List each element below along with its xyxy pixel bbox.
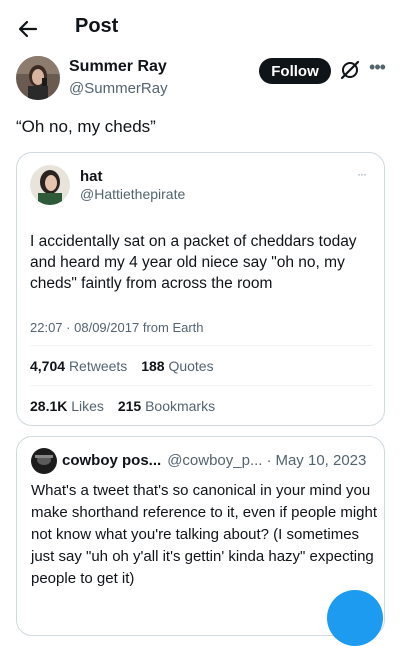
- likes-count[interactable]: 28.1K: [30, 398, 67, 414]
- quotes-label[interactable]: Quotes: [168, 358, 213, 374]
- stats-row-likes: 28.1K Likes 215 Bookmarks: [30, 398, 225, 414]
- back-button[interactable]: [12, 13, 44, 45]
- separator-dot: ·: [266, 452, 272, 469]
- quoted-avatar[interactable]: [30, 165, 70, 205]
- second-tweet-header: cowboy pos... @cowboy_p... · May 10, 2023: [62, 452, 366, 469]
- quoted-tweet-card[interactable]: hat @Hattiethepirate ··· I accidentally …: [16, 152, 385, 426]
- quoted-author-name[interactable]: hat: [80, 168, 103, 185]
- bookmarks-count[interactable]: 215: [118, 398, 141, 414]
- bookmarks-label[interactable]: Bookmarks: [145, 398, 215, 414]
- divider: [30, 385, 372, 386]
- quoted-author-handle[interactable]: @Hattiethepirate: [80, 186, 185, 202]
- post-text: “Oh no, my cheds”: [16, 117, 156, 136]
- avatar[interactable]: [16, 56, 60, 100]
- grok-icon[interactable]: [339, 59, 361, 81]
- quotes-count[interactable]: 188: [141, 358, 164, 374]
- second-tweet-date[interactable]: May 10, 2023: [275, 452, 366, 469]
- author-handle[interactable]: @SummerRay: [69, 80, 168, 97]
- compose-button[interactable]: [327, 590, 383, 646]
- likes-label[interactable]: Likes: [71, 398, 104, 414]
- stats-row-reposts: 4,704 Retweets 188 Quotes: [30, 358, 224, 374]
- quoted-date: 08/09/2017: [74, 320, 140, 335]
- more-options-icon[interactable]: •••: [366, 58, 388, 80]
- author-name[interactable]: Summer Ray: [69, 58, 167, 76]
- divider: [30, 345, 372, 346]
- arrow-left-icon: [18, 20, 38, 38]
- retweets-label[interactable]: Retweets: [69, 358, 127, 374]
- quoted-time: 22:07: [30, 320, 63, 335]
- top-bar: Post: [0, 0, 405, 56]
- post-author: Summer Ray @SummerRay Follow •••: [16, 56, 389, 106]
- page-title: Post: [75, 15, 119, 37]
- second-author-handle[interactable]: @cowboy_p...: [167, 452, 262, 469]
- second-author-name[interactable]: cowboy pos...: [62, 452, 161, 469]
- second-avatar[interactable]: [31, 448, 57, 474]
- quoted-tweet-text: I accidentally sat on a packet of chedda…: [30, 233, 357, 292]
- quoted-source: from Earth: [142, 320, 204, 335]
- quoted-more-icon[interactable]: ···: [357, 167, 367, 181]
- retweets-count[interactable]: 4,704: [30, 358, 65, 374]
- follow-button[interactable]: Follow: [259, 58, 331, 84]
- second-tweet-text: What's a tweet that's so canonical in yo…: [31, 482, 378, 587]
- quoted-tweet-meta: 22:07 · 08/09/2017 from Earth: [30, 320, 204, 335]
- meta-separator: ·: [66, 320, 75, 335]
